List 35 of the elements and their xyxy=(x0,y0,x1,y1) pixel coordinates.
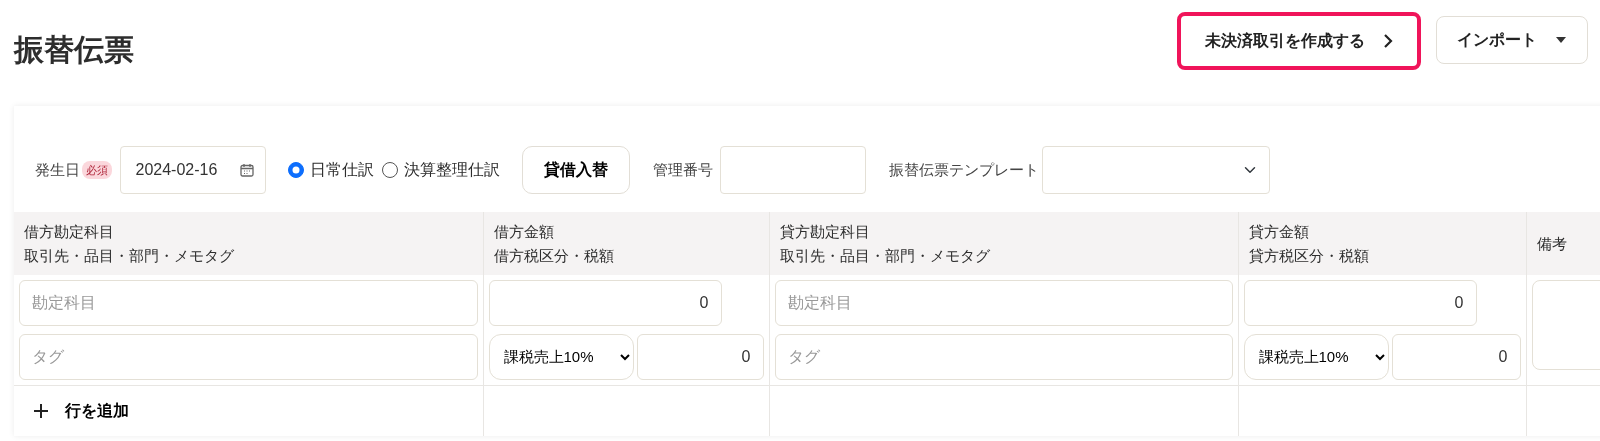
radio-label: 日常仕訳 xyxy=(310,160,374,180)
template-select[interactable] xyxy=(1042,146,1271,194)
add-row-button[interactable]: 行を追加 xyxy=(19,390,143,431)
column-header: 貸方勘定科目 取引先・品目・部門・メモタグ xyxy=(779,223,990,264)
column-header: 借方金額 借方税区分・税額 xyxy=(493,223,614,264)
import-dropdown[interactable]: インポート xyxy=(1436,16,1588,64)
create-button[interactable]: 未決済取引を作成する xyxy=(1177,12,1421,70)
calendar-icon xyxy=(239,163,254,177)
tax-select[interactable]: 課税売上10% xyxy=(1243,333,1389,380)
column-header: 貸方金額 貸方税区分・税額 xyxy=(1248,223,1369,264)
swap-button[interactable]: 貸借入替 xyxy=(522,146,630,194)
radio-button[interactable] xyxy=(288,162,304,178)
number-label: 管理番号 xyxy=(652,159,713,180)
number-field[interactable] xyxy=(720,146,866,194)
tag-field[interactable]: タグ xyxy=(19,333,478,380)
tax-amount-field[interactable]: 0 xyxy=(637,333,764,380)
caret-icon xyxy=(1555,36,1567,44)
column-header: 備考 xyxy=(1536,234,1567,252)
tax-amount-field[interactable]: 0 xyxy=(1392,333,1521,380)
amount-field[interactable]: 0 xyxy=(488,280,722,326)
template-label: 振替伝票テンプレート xyxy=(888,159,1039,180)
column-header: 借方勘定科目 取引先・品目・部門・メモタグ xyxy=(24,223,234,264)
radio-button[interactable] xyxy=(381,162,398,178)
account-field[interactable]: 勘定科目 xyxy=(774,280,1233,326)
radio-label: 決算整理仕訳 xyxy=(403,160,500,180)
plus-icon xyxy=(33,402,49,419)
tax-select[interactable]: 課税売上10% xyxy=(488,333,634,380)
page-title: 振替伝票 xyxy=(14,32,134,68)
amount-field[interactable]: 0 xyxy=(1243,280,1477,326)
required-tag: 必須 xyxy=(82,160,112,180)
date-field[interactable]: 2024-02-16 xyxy=(119,146,266,194)
account-field[interactable]: 勘定科目 xyxy=(19,280,478,326)
date-label: 発生日 xyxy=(35,159,80,180)
chevron-right-icon xyxy=(1383,34,1393,48)
tag-field[interactable]: タグ xyxy=(774,333,1233,380)
